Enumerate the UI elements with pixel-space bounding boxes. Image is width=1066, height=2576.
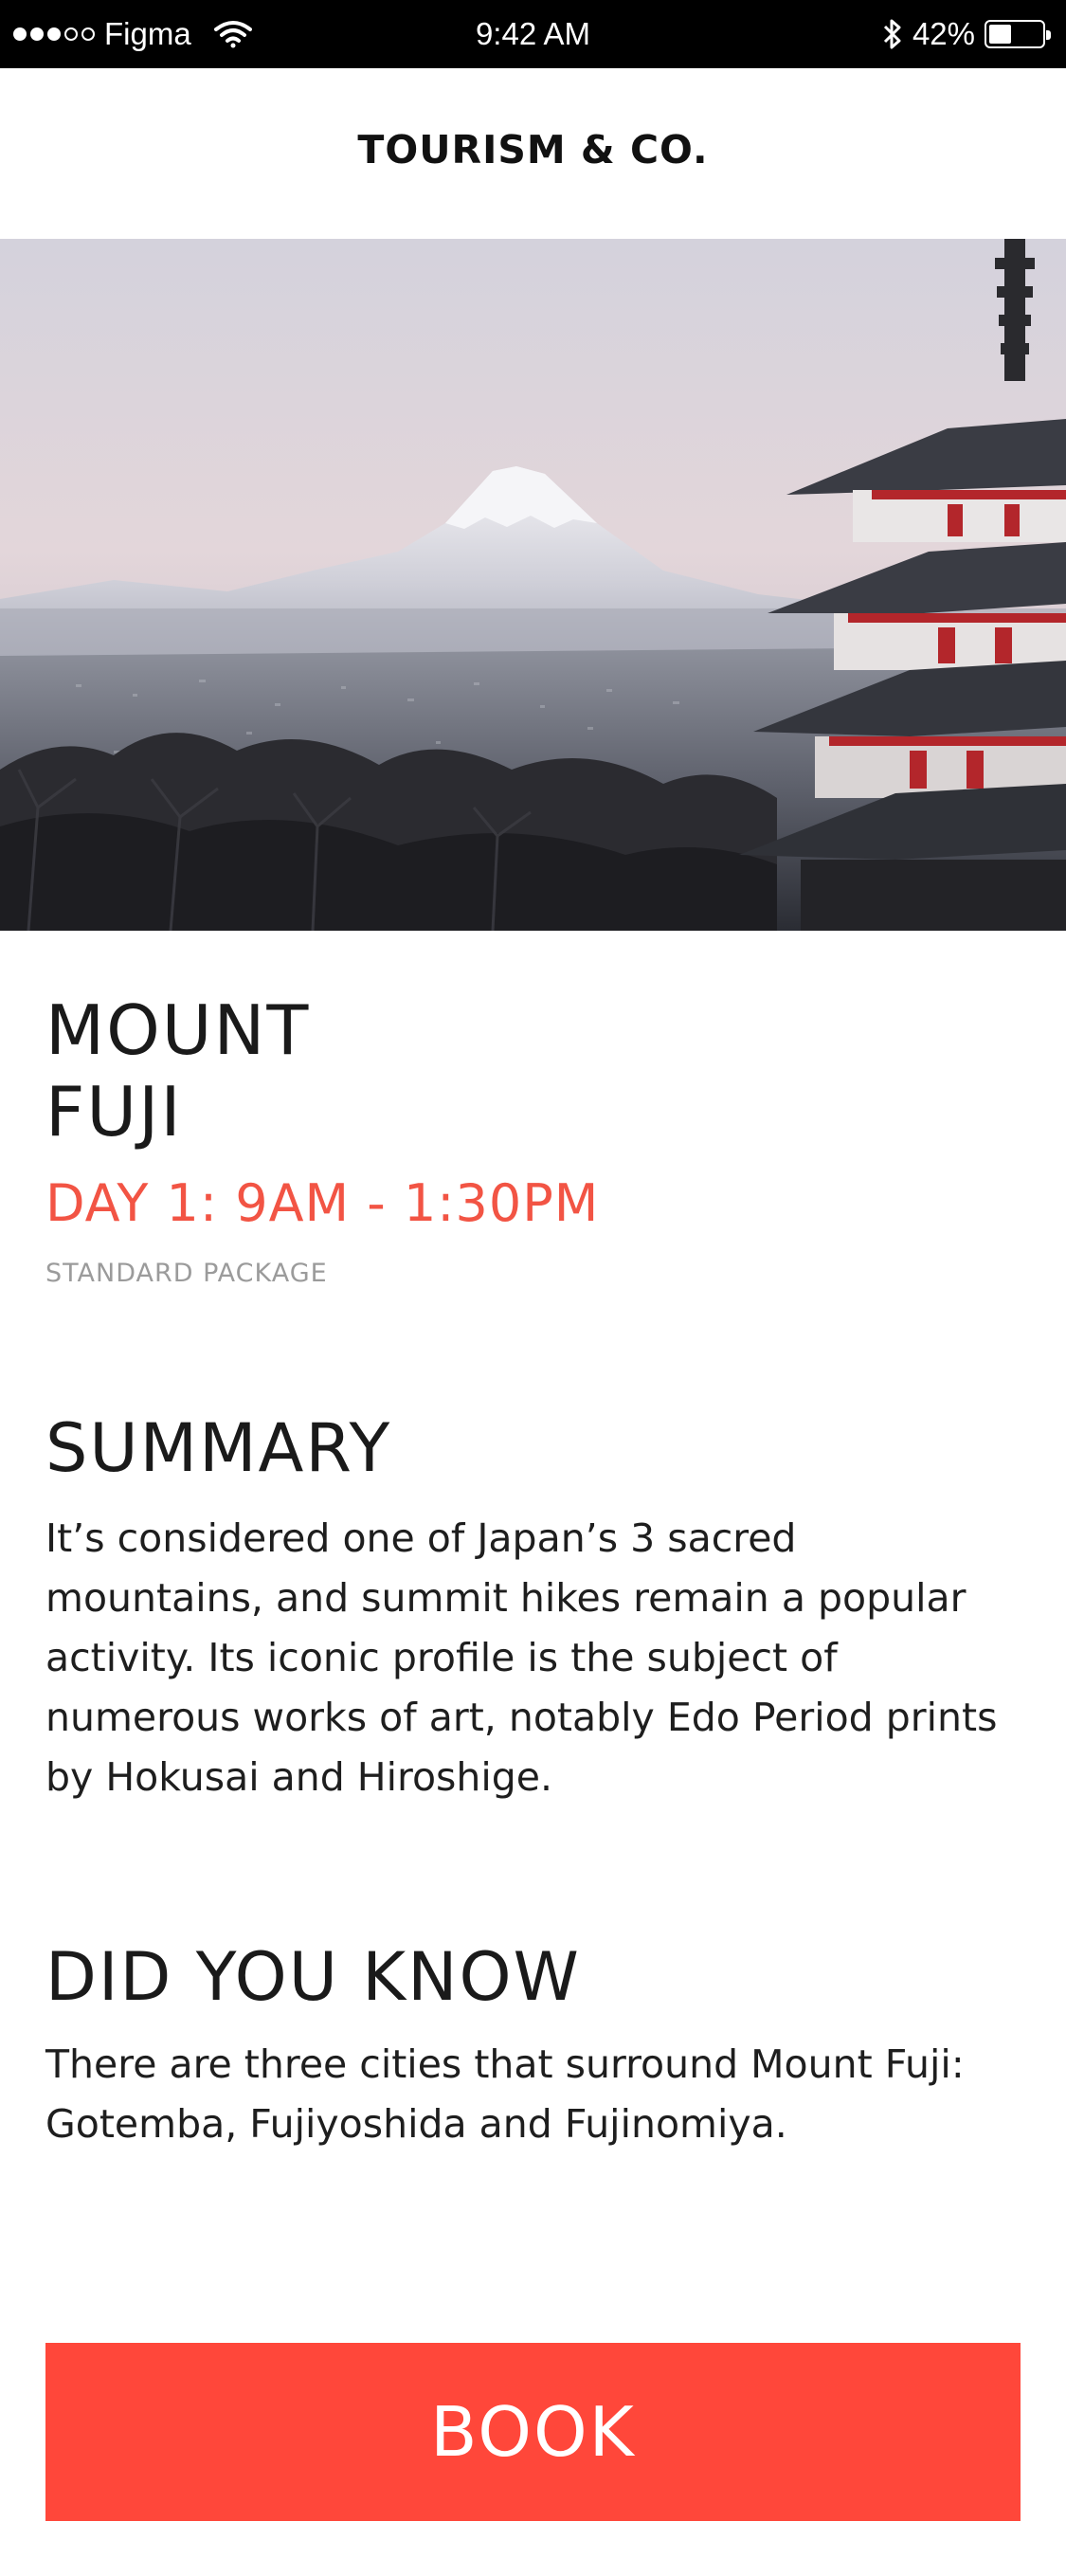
status-bar: Figma 9:42 AM 42% bbox=[0, 0, 1066, 68]
battery-cap bbox=[1046, 30, 1051, 40]
summary-text: It’s considered one of Japan’s 3 sacred … bbox=[45, 1515, 998, 1800]
app-header: TOURISM & CO. bbox=[0, 68, 1066, 239]
bluetooth-icon bbox=[882, 18, 903, 50]
status-right: 42% bbox=[882, 0, 1051, 68]
tour-schedule: DAY 1: 9AM - 1:30PM bbox=[45, 1173, 600, 1233]
book-button[interactable]: BOOK bbox=[45, 2343, 1021, 2521]
did-you-know-text: There are three cities that surround Mou… bbox=[45, 2041, 965, 2147]
package-label: STANDARD PACKAGE bbox=[45, 1259, 328, 1288]
tour-title-line-1: MOUNT bbox=[45, 990, 311, 1070]
did-you-know-heading: DID YOU KNOW bbox=[45, 1938, 581, 2016]
mount-fuji-photo bbox=[0, 239, 1066, 931]
summary-heading: SUMMARY bbox=[45, 1409, 392, 1487]
battery-level bbox=[989, 25, 1011, 44]
tour-title-line-2: FUJI bbox=[45, 1072, 183, 1152]
battery-icon bbox=[985, 20, 1051, 48]
brand-title: TOURISM & CO. bbox=[357, 127, 709, 172]
battery-percentage: 42% bbox=[912, 16, 975, 51]
tour-title: MOUNT FUJI bbox=[45, 989, 310, 1152]
hero-image bbox=[0, 239, 1066, 931]
